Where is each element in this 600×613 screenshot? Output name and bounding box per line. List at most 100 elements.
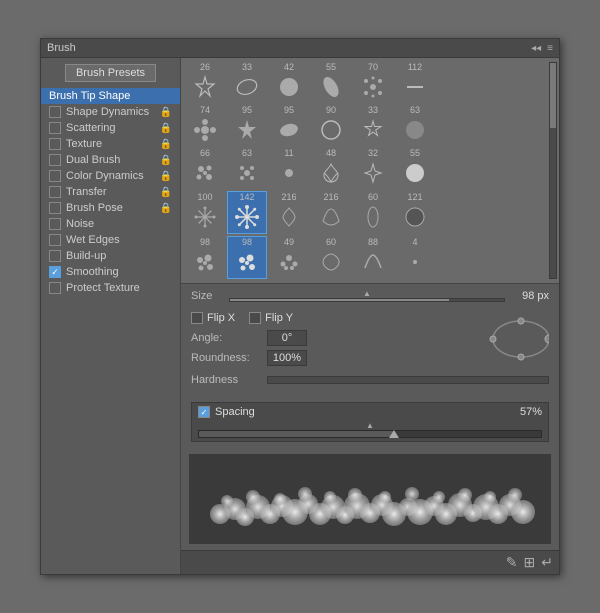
lock-icon: 🔒	[160, 171, 172, 182]
build-up-checkbox[interactable]	[49, 250, 61, 262]
roundness-value[interactable]: 100%	[267, 350, 307, 366]
flip-row: Flip X Flip Y	[191, 312, 479, 324]
brush-item[interactable]: 70	[353, 62, 393, 103]
brush-presets-grid: 26 33 42	[181, 58, 559, 284]
sidebar-item-transfer[interactable]: Transfer 🔒	[41, 184, 180, 200]
size-slider[interactable]	[229, 298, 505, 302]
sidebar-item-scattering[interactable]: Scattering 🔒	[41, 120, 180, 136]
sidebar-item-smoothing[interactable]: ✓ Smoothing	[41, 264, 180, 280]
flip-y-toggle[interactable]: Flip Y	[249, 312, 293, 324]
brush-item[interactable]: 90	[311, 105, 351, 146]
brush-item[interactable]: 11	[269, 148, 309, 189]
panel-collapse-icon[interactable]: ◂◂	[531, 43, 541, 54]
sidebar-item-noise[interactable]: Noise	[41, 216, 180, 232]
smoothing-checkbox[interactable]: ✓	[49, 266, 61, 278]
brush-item[interactable]: 48	[311, 148, 351, 189]
brush-grid-scrollbar[interactable]	[549, 62, 557, 279]
brush-item[interactable]: 4	[395, 237, 435, 278]
spacing-slider-thumb	[389, 430, 399, 438]
brush-item[interactable]: 216	[311, 192, 351, 233]
sidebar-item-label: Color Dynamics	[66, 170, 144, 182]
brush-item[interactable]: 95	[269, 105, 309, 146]
create-new-brush-icon[interactable]: ✎	[506, 554, 518, 571]
lock-icon: 🔒	[160, 155, 172, 166]
lock-icon: 🔒	[160, 139, 172, 150]
brush-item[interactable]: 33	[227, 62, 267, 103]
brush-item[interactable]: 49	[269, 237, 309, 278]
transfer-checkbox[interactable]	[49, 186, 61, 198]
brush-item[interactable]: 26	[185, 62, 225, 103]
delete-brush-icon[interactable]: ↵	[541, 554, 553, 571]
sidebar-item-brush-tip-shape[interactable]: Brush Tip Shape	[41, 88, 180, 104]
dual-brush-checkbox[interactable]	[49, 154, 61, 166]
brush-presets-button[interactable]: Brush Presets	[65, 64, 156, 82]
sidebar-item-color-dynamics[interactable]: Color Dynamics 🔒	[41, 168, 180, 184]
spacing-value: 57%	[520, 406, 542, 418]
sidebar-item-brush-pose[interactable]: Brush Pose 🔒	[41, 200, 180, 216]
brush-item[interactable]: 74	[185, 105, 225, 146]
angle-value[interactable]: 0°	[267, 330, 307, 346]
sidebar-item-label: Brush Tip Shape	[49, 90, 130, 102]
sidebar-item-texture[interactable]: Texture 🔒	[41, 136, 180, 152]
brush-item[interactable]: 63	[395, 105, 435, 146]
brush-item[interactable]: 216	[269, 192, 309, 233]
sidebar-item-label: Smoothing	[66, 266, 119, 278]
flip-x-toggle[interactable]: Flip X	[191, 312, 235, 324]
brush-item[interactable]: 55	[395, 148, 435, 189]
brush-pose-checkbox[interactable]	[49, 202, 61, 214]
brush-item[interactable]: 55	[311, 62, 351, 103]
flip-x-label: Flip X	[207, 312, 235, 324]
size-label: Size	[191, 290, 221, 302]
sidebar-item-dual-brush[interactable]: Dual Brush 🔒	[41, 152, 180, 168]
brush-row: 100	[185, 191, 545, 234]
scattering-checkbox[interactable]	[49, 122, 61, 134]
spacing-slider-track[interactable]	[198, 430, 542, 438]
panel-title: Brush	[47, 42, 76, 54]
wet-edges-checkbox[interactable]	[49, 234, 61, 246]
sidebar-item-protect-texture[interactable]: Protect Texture	[41, 280, 180, 296]
brush-item[interactable]: 88	[353, 237, 393, 278]
sidebar-item-label: Shape Dynamics	[66, 106, 149, 118]
sidebar-item-wet-edges[interactable]: Wet Edges	[41, 232, 180, 248]
hardness-slider[interactable]	[267, 376, 549, 384]
main-area: 26 33 42	[181, 58, 559, 574]
brush-item[interactable]: 112	[395, 62, 435, 103]
save-brush-icon[interactable]: ⊞	[524, 554, 536, 571]
sidebar-item-build-up[interactable]: Build-up	[41, 248, 180, 264]
sidebar-item-shape-dynamics[interactable]: Shape Dynamics 🔒	[41, 104, 180, 120]
brush-item-selected[interactable]: 142	[227, 191, 267, 234]
lock-icon: 🔒	[160, 123, 172, 134]
brush-item[interactable]: 95	[227, 105, 267, 146]
sidebar-item-label: Noise	[66, 218, 94, 230]
bottom-toolbar: ✎ ⊞ ↵	[181, 550, 559, 574]
brush-item[interactable]: 100	[185, 192, 225, 233]
texture-checkbox[interactable]	[49, 138, 61, 150]
brush-item[interactable]: 32	[353, 148, 393, 189]
brush-item[interactable]: 98	[185, 237, 225, 278]
flip-y-checkbox[interactable]	[249, 312, 261, 324]
brush-item[interactable]: 121	[395, 192, 435, 233]
spacing-slider-fill	[199, 431, 394, 437]
color-dynamics-checkbox[interactable]	[49, 170, 61, 182]
brush-row: 26 33 42	[185, 62, 545, 103]
angle-dial[interactable]	[489, 307, 549, 367]
brush-item[interactable]: 60	[311, 237, 351, 278]
noise-checkbox[interactable]	[49, 218, 61, 230]
brush-item[interactable]: 33	[353, 105, 393, 146]
brush-row: 98	[185, 236, 545, 279]
brush-item[interactable]: 63	[227, 148, 267, 189]
brush-item[interactable]: 66	[185, 148, 225, 189]
brush-row: 66	[185, 148, 545, 189]
sidebar-item-label: Transfer	[66, 186, 107, 198]
hardness-label: Hardness	[191, 374, 259, 386]
lock-icon: 🔒	[160, 203, 172, 214]
brush-item[interactable]: 60	[353, 192, 393, 233]
panel-controls: ◂◂ ≡	[531, 43, 553, 54]
protect-texture-checkbox[interactable]	[49, 282, 61, 294]
flip-x-checkbox[interactable]	[191, 312, 203, 324]
spacing-checkbox[interactable]: ✓	[198, 406, 210, 418]
shape-dynamics-checkbox[interactable]	[49, 106, 61, 118]
brush-item-selected-2[interactable]: 98	[227, 236, 267, 279]
panel-menu-icon[interactable]: ≡	[547, 43, 553, 54]
brush-item[interactable]: 42	[269, 62, 309, 103]
